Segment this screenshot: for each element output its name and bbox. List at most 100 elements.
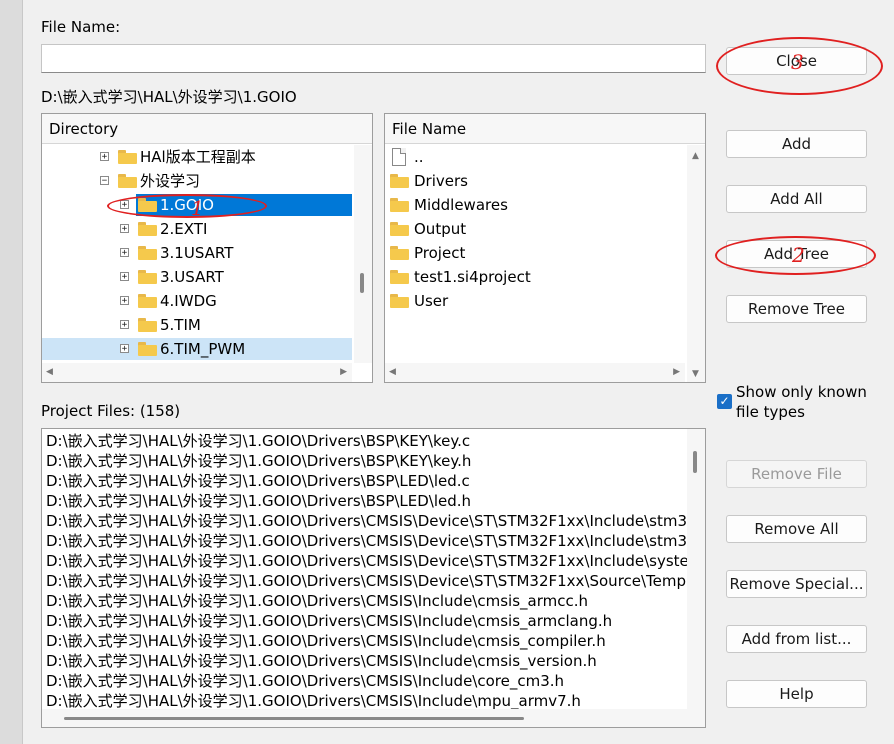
project-file-row[interactable]: D:\嵌入式学习\HAL\外设学习\1.GOIO\Drivers\CMSIS\I…: [46, 611, 612, 631]
expand-icon[interactable]: +: [120, 224, 129, 234]
directory-panel[interactable]: Directory + HAl版本工程副本 − 外设学习 +1.GOIO +2.EXTI +…: [41, 113, 373, 383]
project-files-list[interactable]: D:\嵌入式学习\HAL\外设学习\1.GOIO\Drivers\BSP\KEY…: [41, 428, 706, 728]
background-window-edge: [0, 0, 23, 744]
file-list-item[interactable]: Project: [385, 241, 685, 265]
directory-row[interactable]: +3.1USART: [42, 241, 352, 265]
folder-icon: [390, 294, 409, 308]
project-file-row[interactable]: D:\嵌入式学习\HAL\外设学习\1.GOIO\Drivers\CMSIS\I…: [46, 671, 564, 691]
file-list-item-label: Drivers: [414, 172, 468, 190]
show-known-checkbox[interactable]: ✓: [717, 394, 732, 409]
annotation-circle-1: [107, 194, 267, 218]
file-list-item-label: Output: [414, 220, 467, 238]
folder-icon: [118, 150, 137, 164]
directory-horizontal-scrollbar[interactable]: ◀ ▶: [42, 363, 352, 382]
folder-icon: [390, 246, 409, 260]
project-files-horizontal-scrollbar[interactable]: [42, 709, 705, 727]
project-file-row[interactable]: D:\嵌入式学习\HAL\外设学习\1.GOIO\Drivers\CMSIS\D…: [46, 511, 687, 531]
directory-vertical-scrollbar[interactable]: [354, 145, 372, 363]
file-list-item[interactable]: Drivers: [385, 169, 685, 193]
scroll-down-arrow-icon[interactable]: ▼: [692, 369, 699, 379]
scroll-left-arrow-icon[interactable]: ◀: [46, 367, 53, 377]
project-file-row[interactable]: D:\嵌入式学习\HAL\外设学习\1.GOIO\Drivers\CMSIS\I…: [46, 651, 597, 671]
expand-icon[interactable]: +: [120, 320, 129, 330]
project-file-row[interactable]: D:\嵌入式学习\HAL\外设学习\1.GOIO\Drivers\CMSIS\I…: [46, 631, 606, 651]
annotation-number-1: 1: [191, 196, 204, 220]
project-file-row[interactable]: D:\嵌入式学习\HAL\外设学习\1.GOIO\Drivers\BSP\LED…: [46, 491, 471, 511]
add-all-button[interactable]: Add All: [726, 185, 867, 213]
directory-row[interactable]: +3.USART: [42, 265, 352, 289]
directory-row[interactable]: +4.IWDG: [42, 289, 352, 313]
project-files-rows[interactable]: D:\嵌入式学习\HAL\外设学习\1.GOIO\Drivers\BSP\KEY…: [42, 431, 689, 710]
project-file-row[interactable]: D:\嵌入式学习\HAL\外设学习\1.GOIO\Drivers\CMSIS\I…: [46, 591, 588, 611]
remove-special-button[interactable]: Remove Special...: [726, 570, 867, 598]
help-button[interactable]: Help: [726, 680, 867, 708]
current-path: D:\嵌入式学习\HAL\外设学习\1.GOIO: [41, 88, 297, 106]
file-list-item-label: Project: [414, 244, 466, 262]
file-list[interactable]: .. Drivers Middlewares Output Project test1.s…: [385, 145, 685, 363]
project-files-hscroll-thumb[interactable]: [64, 717, 524, 720]
directory-vscroll-thumb[interactable]: [360, 273, 364, 293]
folder-icon: [390, 222, 409, 236]
collapse-icon[interactable]: −: [100, 176, 109, 186]
file-name-input[interactable]: [41, 44, 706, 73]
show-known-label-line1: Show only known: [736, 383, 867, 401]
file-list-item-label: Middlewares: [414, 196, 508, 214]
file-list-item[interactable]: User: [385, 289, 685, 313]
file-name-label: File Name:: [41, 18, 121, 36]
file-list-item[interactable]: ..: [385, 145, 685, 169]
annotation-number-2: 2: [792, 243, 805, 267]
folder-icon: [138, 318, 157, 332]
directory-tree[interactable]: + HAl版本工程副本 − 外设学习 +1.GOIO +2.EXTI +3.1USART +3…: [42, 145, 352, 363]
directory-row[interactable]: +2.EXTI: [42, 217, 352, 241]
directory-row-label: 3.1USART: [160, 244, 234, 262]
folder-icon: [390, 174, 409, 188]
project-file-row[interactable]: D:\嵌入式学习\HAL\外设学习\1.GOIO\Drivers\BSP\KEY…: [46, 451, 471, 471]
remove-file-button[interactable]: Remove File: [726, 460, 867, 488]
scroll-right-arrow-icon[interactable]: ▶: [673, 367, 680, 377]
file-list-item[interactable]: Middlewares: [385, 193, 685, 217]
project-file-row[interactable]: D:\嵌入式学习\HAL\外设学习\1.GOIO\Drivers\BSP\KEY…: [46, 431, 470, 451]
expand-icon[interactable]: +: [100, 152, 109, 162]
project-files-vertical-scrollbar[interactable]: [687, 429, 705, 709]
scroll-up-arrow-icon[interactable]: ▲: [692, 151, 699, 161]
add-from-list-button[interactable]: Add from list...: [726, 625, 867, 653]
directory-row[interactable]: + HAl版本工程副本: [42, 145, 352, 169]
directory-row[interactable]: +6.TIM_PWM: [42, 337, 352, 361]
folder-icon: [390, 270, 409, 284]
expand-icon[interactable]: +: [120, 344, 129, 354]
directory-header[interactable]: Directory: [42, 114, 372, 144]
directory-row[interactable]: − 外设学习: [42, 169, 352, 193]
project-files-vscroll-thumb[interactable]: [693, 451, 697, 473]
file-list-item-label: ..: [414, 148, 424, 166]
directory-row[interactable]: +5.TIM: [42, 313, 352, 337]
project-file-row[interactable]: D:\嵌入式学习\HAL\外设学习\1.GOIO\Drivers\CMSIS\D…: [46, 551, 689, 571]
project-file-row[interactable]: D:\嵌入式学习\HAL\外设学习\1.GOIO\Drivers\CMSIS\D…: [46, 571, 686, 591]
scroll-left-arrow-icon[interactable]: ◀: [389, 367, 396, 377]
project-file-row[interactable]: D:\嵌入式学习\HAL\外设学习\1.GOIO\Drivers\CMSIS\D…: [46, 531, 687, 551]
project-file-row[interactable]: D:\嵌入式学习\HAL\外设学习\1.GOIO\Drivers\BSP\LED…: [46, 471, 470, 491]
folder-icon: [138, 294, 157, 308]
file-name-panel[interactable]: File Name .. Drivers Middlewares Output Proj…: [384, 113, 706, 383]
directory-row-label: 5.TIM: [160, 316, 201, 334]
annotation-number-3: 3: [791, 50, 804, 74]
directory-row-label: 4.IWDG: [160, 292, 217, 310]
file-list-horizontal-scrollbar[interactable]: ◀ ▶: [385, 363, 685, 382]
file-name-header[interactable]: File Name: [385, 114, 705, 144]
directory-row-label: 2.EXTI: [160, 220, 208, 238]
folder-icon: [138, 222, 157, 236]
directory-row-label: HAl版本工程副本: [140, 148, 256, 166]
expand-icon[interactable]: +: [120, 272, 129, 282]
file-list-item[interactable]: Output: [385, 217, 685, 241]
add-button[interactable]: Add: [726, 130, 867, 158]
expand-icon[interactable]: +: [120, 248, 129, 258]
remove-tree-button[interactable]: Remove Tree: [726, 295, 867, 323]
remove-all-button[interactable]: Remove All: [726, 515, 867, 543]
file-list-item[interactable]: test1.si4project: [385, 265, 685, 289]
show-known-label[interactable]: Show only known file types: [736, 382, 867, 422]
scroll-right-arrow-icon[interactable]: ▶: [340, 367, 347, 377]
directory-row-label: 6.TIM_PWM: [160, 340, 246, 358]
folder-icon: [118, 174, 137, 188]
expand-icon[interactable]: +: [120, 296, 129, 306]
file-list-vertical-scrollbar[interactable]: ▲ ▼: [687, 145, 705, 382]
project-file-row[interactable]: D:\嵌入式学习\HAL\外设学习\1.GOIO\Drivers\CMSIS\I…: [46, 691, 581, 711]
